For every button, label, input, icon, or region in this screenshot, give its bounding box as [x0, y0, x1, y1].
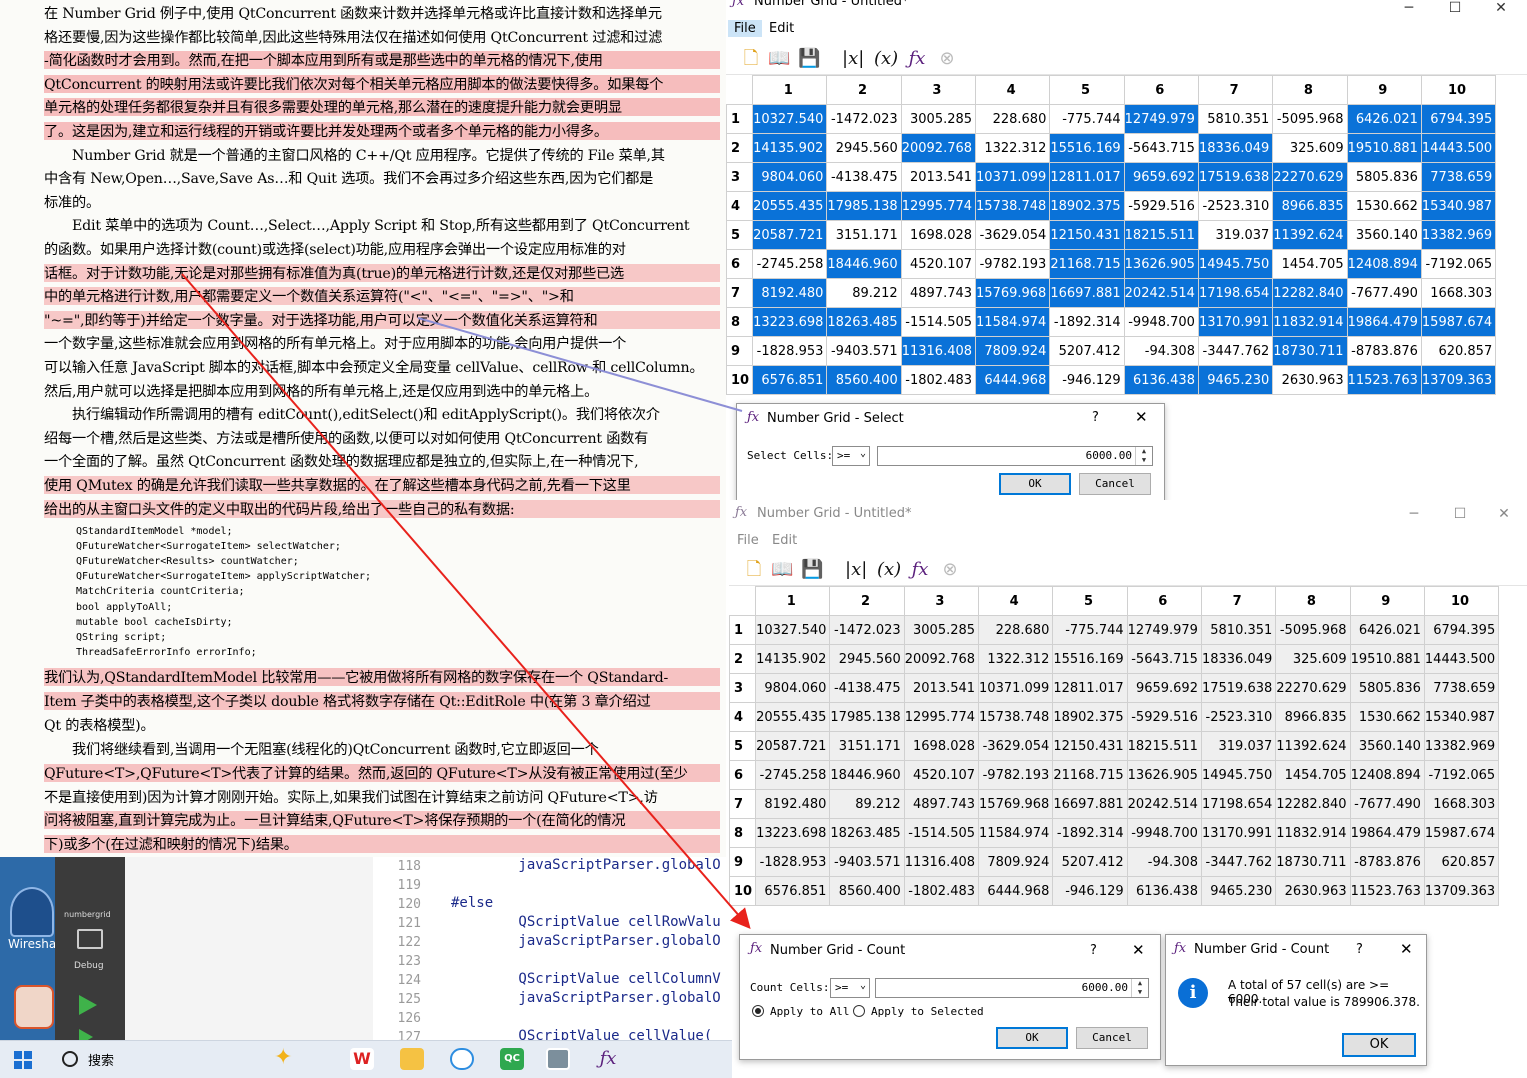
annotation-line-select — [417, 317, 743, 412]
annotation-overlay — [181, 273, 751, 930]
annotation-arrow-count — [181, 273, 751, 930]
